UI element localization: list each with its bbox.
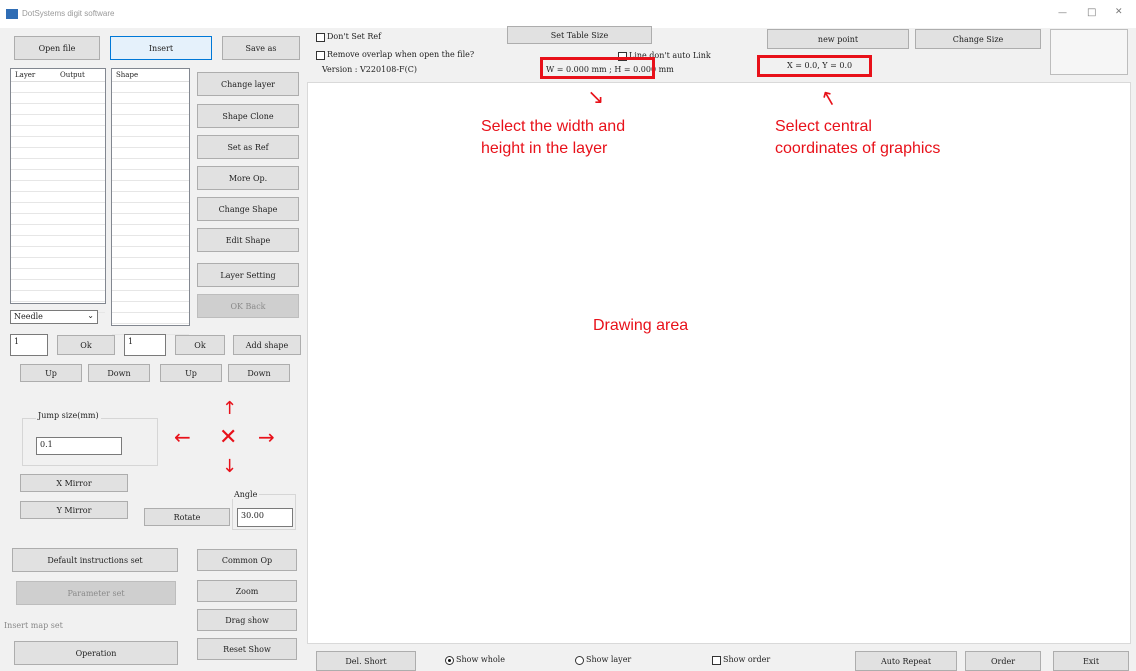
ok-back-button[interactable]: OK Back — [197, 294, 299, 318]
xy-readout-highlight — [757, 55, 872, 77]
angle-input[interactable]: 30.00 — [237, 508, 293, 527]
move-left-icon[interactable]: ← — [174, 425, 191, 449]
app-logo-icon — [6, 9, 18, 19]
checkbox-icon — [316, 50, 325, 60]
drawing-area[interactable] — [307, 82, 1131, 644]
show-layer-radio[interactable]: Show layer — [575, 655, 631, 665]
move-up-icon[interactable]: ↑ — [222, 398, 237, 419]
shape-down-button[interactable]: Down — [228, 364, 290, 382]
checkbox-icon — [316, 32, 325, 42]
shape-clone-button[interactable]: Shape Clone — [197, 104, 299, 128]
insert-button[interactable]: Insert — [110, 36, 212, 60]
more-op-button[interactable]: More Op. — [197, 166, 299, 190]
layer-setting-button[interactable]: Layer Setting — [197, 263, 299, 287]
checkbox-icon — [712, 655, 721, 665]
layer-column-header: Layer — [15, 71, 36, 79]
move-down-icon[interactable]: ↓ — [222, 456, 237, 477]
remove-overlap-checkbox[interactable]: Remove overlap when open the file? — [316, 50, 474, 60]
jump-size-input[interactable]: 0.1 — [36, 437, 122, 455]
tool-select[interactable]: Needle ⌄ — [10, 310, 98, 324]
layer-down-button[interactable]: Down — [88, 364, 150, 382]
output-column-header: Output — [60, 71, 85, 79]
change-size-button[interactable]: Change Size — [915, 29, 1041, 49]
default-instructions-button[interactable]: Default instructions set — [12, 548, 178, 572]
change-shape-button[interactable]: Change Shape — [197, 197, 299, 221]
reset-show-button[interactable]: Reset Show — [197, 638, 297, 660]
shape-up-button[interactable]: Up — [160, 364, 222, 382]
order-button[interactable]: Order — [965, 651, 1041, 671]
wh-readout-highlight — [540, 57, 655, 79]
set-table-size-button[interactable]: Set Table Size — [507, 26, 652, 44]
show-whole-radio[interactable]: Show whole — [445, 655, 505, 665]
del-short-button[interactable]: Del. Short — [316, 651, 416, 671]
show-order-checkbox[interactable]: Show order — [712, 655, 770, 665]
maximize-button[interactable]: □ — [1087, 7, 1096, 18]
add-shape-button[interactable]: Add shape — [233, 335, 301, 355]
jump-size-label: Jump size(mm) — [36, 411, 101, 420]
move-right-icon[interactable]: → — [258, 425, 275, 449]
drag-show-button[interactable]: Drag show — [197, 609, 297, 631]
open-file-button[interactable]: Open file — [14, 36, 100, 60]
save-as-button[interactable]: Save as — [222, 36, 300, 60]
set-as-ref-button[interactable]: Set as Ref — [197, 135, 299, 159]
radio-icon — [575, 655, 584, 665]
y-mirror-button[interactable]: Y Mirror — [20, 501, 128, 519]
insert-map-label: Insert map set — [4, 621, 63, 630]
window-title: DotSystems digit software — [22, 9, 115, 18]
layer-number-input[interactable]: 1 — [10, 334, 48, 356]
exit-button[interactable]: Exit — [1053, 651, 1129, 671]
auto-repeat-button[interactable]: Auto Repeat — [855, 651, 957, 671]
drawing-area-label: Drawing area — [593, 317, 689, 334]
minimize-button[interactable]: — — [1058, 8, 1067, 18]
shape-list[interactable]: Shape — [111, 68, 190, 335]
center-cross-icon[interactable]: ✕ — [219, 425, 237, 450]
radio-selected-icon — [445, 655, 454, 665]
angle-label: Angle — [232, 490, 260, 499]
layer-up-button[interactable]: Up — [20, 364, 82, 382]
tool-select-value: Needle — [14, 312, 43, 321]
new-point-button[interactable]: new point — [767, 29, 909, 49]
xy-annotation: Select central coordinates of graphics — [775, 118, 941, 157]
x-mirror-button[interactable]: X Mirror — [20, 474, 128, 492]
shape-column-header: Shape — [116, 71, 139, 79]
common-op-button[interactable]: Common Op — [197, 549, 297, 571]
dont-set-ref-checkbox[interactable]: Don't Set Ref — [316, 32, 381, 42]
layer-list[interactable]: Layer Output — [10, 68, 106, 313]
close-button[interactable]: ✕ — [1115, 7, 1123, 17]
wh-annotation: Select the width and height in the layer — [481, 118, 626, 157]
rotate-button[interactable]: Rotate — [144, 508, 230, 526]
preview-box — [1050, 29, 1128, 75]
zoom-button[interactable]: Zoom — [197, 580, 297, 602]
chevron-down-icon: ⌄ — [87, 311, 94, 320]
shape-number-input[interactable]: 1 — [124, 334, 166, 356]
title-bar: DotSystems digit software — □ ✕ — [0, 0, 1136, 28]
edit-shape-button[interactable]: Edit Shape — [197, 228, 299, 252]
shape-ok-button[interactable]: Ok — [175, 335, 225, 355]
change-layer-button[interactable]: Change layer — [197, 72, 299, 96]
operation-button[interactable]: Operation — [14, 641, 178, 665]
layer-ok-button[interactable]: Ok — [57, 335, 115, 355]
version-label: Version : V220108-F(C) — [322, 65, 417, 74]
parameter-set-button[interactable]: Parameter set — [16, 581, 176, 605]
